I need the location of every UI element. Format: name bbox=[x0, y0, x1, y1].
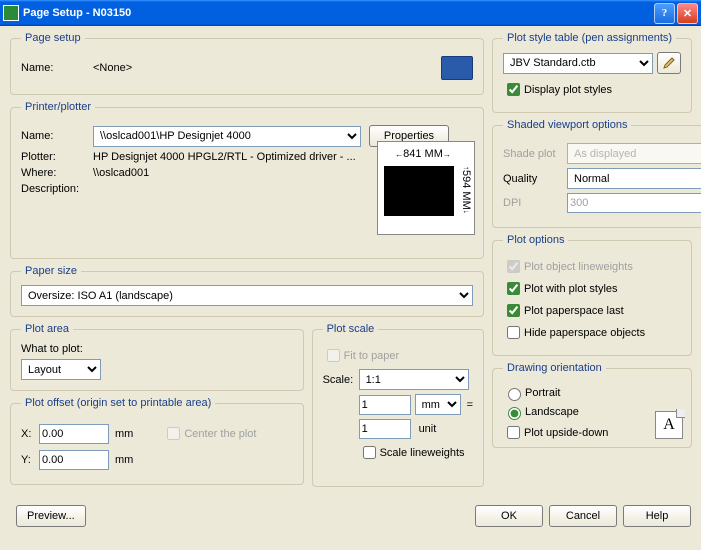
fit-to-paper-checkbox bbox=[327, 349, 340, 362]
plot-style-legend: Plot style table (pen assignments) bbox=[503, 32, 676, 44]
display-plot-styles-label: Display plot styles bbox=[524, 84, 612, 96]
pencil-icon bbox=[662, 56, 676, 70]
scale-select[interactable]: 1:1 bbox=[359, 369, 469, 390]
x-label: X: bbox=[21, 428, 39, 440]
page-setup-name: <None> bbox=[93, 62, 132, 74]
dwg-props-icon[interactable] bbox=[441, 56, 473, 80]
scale-lineweights-checkbox[interactable] bbox=[363, 446, 376, 459]
paper-size-select[interactable]: Oversize: ISO A1 (landscape) bbox=[21, 285, 473, 306]
center-plot-label: Center the plot bbox=[184, 428, 256, 440]
printer-plotter-group: Printer/plotter Name: \\oslcad001\HP Des… bbox=[10, 101, 484, 259]
scale-num-input[interactable] bbox=[359, 395, 411, 415]
where-label: Where: bbox=[21, 167, 93, 179]
plotter-value: HP Designjet 4000 HPGL2/RTL - Optimized … bbox=[93, 151, 356, 163]
name-label: Name: bbox=[21, 62, 93, 74]
close-button[interactable]: ✕ bbox=[677, 3, 698, 24]
unit-label: unit bbox=[419, 423, 437, 435]
scale-unit-select[interactable]: mm bbox=[415, 394, 461, 415]
cancel-button[interactable]: Cancel bbox=[549, 505, 617, 527]
landscape-radio[interactable] bbox=[508, 407, 521, 420]
quality-select[interactable]: Normal bbox=[567, 168, 701, 189]
page-setup-legend: Page setup bbox=[21, 32, 85, 44]
y-input[interactable] bbox=[39, 450, 109, 470]
y-mm: mm bbox=[115, 454, 133, 466]
x-input[interactable] bbox=[39, 424, 109, 444]
plot-with-styles-checkbox[interactable] bbox=[507, 282, 520, 295]
app-icon bbox=[3, 5, 19, 21]
dpi-input bbox=[567, 193, 701, 213]
printer-name-label: Name: bbox=[21, 130, 93, 142]
window-title: Page Setup - N03150 bbox=[23, 7, 652, 19]
paper-size-group: Paper size Oversize: ISO A1 (landscape) bbox=[10, 265, 484, 317]
paper-size-legend: Paper size bbox=[21, 265, 81, 277]
titlebar: Page Setup - N03150 ? ✕ bbox=[0, 0, 701, 26]
edit-plot-style-button[interactable] bbox=[657, 52, 681, 74]
paper-preview: ←841 MM→ ↑594 MM↓ bbox=[377, 141, 475, 235]
fit-to-paper-label: Fit to paper bbox=[344, 350, 400, 362]
plot-area-legend: Plot area bbox=[21, 323, 73, 335]
shaded-viewport-group: Shaded viewport options Shade plot As di… bbox=[492, 119, 701, 228]
preview-button[interactable]: Preview... bbox=[16, 505, 86, 527]
orientation-icon: A bbox=[655, 411, 683, 439]
description-label: Description: bbox=[21, 183, 93, 195]
shade-plot-label: Shade plot bbox=[503, 148, 567, 160]
hide-paperspace-checkbox[interactable] bbox=[507, 326, 520, 339]
printer-name-select[interactable]: \\oslcad001\HP Designjet 4000 bbox=[93, 126, 361, 147]
center-plot-checkbox bbox=[167, 427, 180, 440]
scale-label: Scale: bbox=[323, 374, 359, 386]
plot-style-select[interactable]: JBV Standard.ctb bbox=[503, 53, 653, 74]
scale-lineweights-label: Scale lineweights bbox=[380, 447, 465, 459]
what-to-plot-label: What to plot: bbox=[21, 343, 293, 355]
shaded-legend: Shaded viewport options bbox=[503, 119, 631, 131]
plot-options-group: Plot options Plot object lineweights Plo… bbox=[492, 234, 692, 356]
plot-scale-group: Plot scale Fit to paper Scale: 1:1 bbox=[312, 323, 484, 487]
x-mm: mm bbox=[115, 428, 133, 440]
what-to-plot-select[interactable]: Layout bbox=[21, 359, 101, 380]
ok-button[interactable]: OK bbox=[475, 505, 543, 527]
dpi-label: DPI bbox=[503, 197, 567, 209]
plot-options-legend: Plot options bbox=[503, 234, 568, 246]
where-value: \\oslcad001 bbox=[93, 167, 149, 179]
shade-plot-select: As displayed bbox=[567, 143, 701, 164]
plotter-label: Plotter: bbox=[21, 151, 93, 163]
help-titlebar-button[interactable]: ? bbox=[654, 3, 675, 24]
scale-den-input[interactable] bbox=[359, 419, 411, 439]
portrait-radio[interactable] bbox=[508, 388, 521, 401]
display-plot-styles-checkbox[interactable] bbox=[507, 83, 520, 96]
plot-offset-legend: Plot offset (origin set to printable are… bbox=[21, 397, 215, 409]
printer-legend: Printer/plotter bbox=[21, 101, 95, 113]
page-setup-group: Page setup Name: <None> bbox=[10, 32, 484, 95]
plot-scale-legend: Plot scale bbox=[323, 323, 379, 335]
plot-offset-group: Plot offset (origin set to printable are… bbox=[10, 397, 304, 485]
plot-style-group: Plot style table (pen assignments) JBV S… bbox=[492, 32, 692, 113]
help-button[interactable]: Help bbox=[623, 505, 691, 527]
plot-paperspace-last-checkbox[interactable] bbox=[507, 304, 520, 317]
plot-area-group: Plot area What to plot: Layout bbox=[10, 323, 304, 391]
orientation-group: Drawing orientation Portrait Landscape P… bbox=[492, 362, 692, 448]
plot-lineweights-checkbox bbox=[507, 260, 520, 273]
orientation-legend: Drawing orientation bbox=[503, 362, 606, 374]
upside-down-checkbox[interactable] bbox=[507, 426, 520, 439]
quality-label: Quality bbox=[503, 173, 567, 185]
y-label: Y: bbox=[21, 454, 39, 466]
equals-label: = bbox=[467, 399, 473, 411]
